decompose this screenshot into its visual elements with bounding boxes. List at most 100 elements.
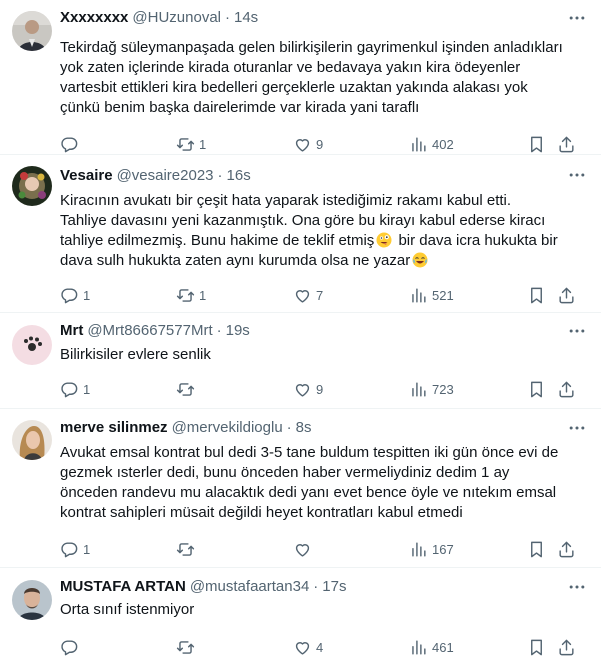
share-button[interactable] (557, 286, 576, 305)
timestamp[interactable]: 17s (322, 577, 346, 597)
user-handle[interactable]: @Mrt86667577Mrt (87, 321, 212, 341)
tweet-actions: 1 9 402 (60, 134, 587, 154)
view-count: 167 (432, 541, 454, 557)
like-button[interactable]: 7 (293, 286, 323, 305)
heart-icon (295, 641, 310, 655)
tweet-text: Orta sınıf istenmiyor (60, 600, 587, 620)
tweet-text-segment: dava sulh hukukta zaten aynı kurumda ols… (60, 252, 411, 269)
tweet-header: Mrt @Mrt86667577Mrt · 19s (60, 313, 587, 341)
more-icon[interactable] (567, 8, 587, 28)
tweet-card[interactable]: Xxxxxxxx @HUzunoval · 14s Tekirdağ süley… (0, 0, 601, 155)
heart-icon (295, 543, 310, 557)
user-handle[interactable]: @vesaire2023 (117, 166, 214, 186)
tweet-actions: 1 167 (60, 539, 587, 559)
like-button[interactable]: 4 (293, 638, 323, 657)
reply-button[interactable]: 1 (60, 286, 90, 305)
retweet-icon (176, 288, 195, 302)
separator-dot: · (216, 322, 222, 339)
tweet-header: merve silinmez @mervekildioglu · 8s (60, 409, 587, 438)
views-button[interactable]: 402 (409, 135, 454, 154)
more-icon[interactable] (567, 321, 587, 341)
separator-dot: · (313, 578, 319, 595)
tweet-card[interactable]: MUSTAFA ARTAN @mustafaartan34 · 17s Orta… (0, 568, 601, 665)
avatar[interactable] (12, 420, 52, 460)
reply-icon (61, 287, 78, 303)
tweet-text-line: yok zaten içlerinde kirada oturanlar ve … (60, 59, 521, 76)
views-button[interactable]: 461 (409, 638, 454, 657)
tweet-text: Avukat emsal kontrat bul dedi 3-5 tane b… (60, 443, 587, 523)
tweet-card[interactable]: Mrt @Mrt86667577Mrt · 19s Bilirkisiler e… (0, 313, 601, 409)
timestamp[interactable]: 19s (226, 321, 250, 341)
display-name[interactable]: Xxxxxxxx (60, 8, 128, 28)
reply-button[interactable] (60, 638, 83, 657)
tweet-header: MUSTAFA ARTAN @mustafaartan34 · 17s (60, 568, 587, 597)
tweet-header: Xxxxxxxx @HUzunoval · 14s (60, 0, 587, 28)
timestamp[interactable]: 16s (227, 166, 251, 186)
user-handle[interactable]: @mervekildioglu (172, 418, 283, 438)
view-count: 461 (432, 639, 454, 655)
separator-dot: · (225, 9, 230, 26)
display-name[interactable]: Vesaire (60, 166, 113, 186)
reply-count: 1 (83, 381, 91, 397)
retweet-button[interactable] (176, 638, 199, 657)
bookmark-button[interactable] (527, 380, 546, 399)
timestamp[interactable]: 14s (234, 8, 258, 28)
view-count: 723 (432, 381, 454, 397)
separator-dot: · (217, 167, 223, 184)
retweet-icon (176, 137, 195, 151)
retweet-icon (176, 542, 195, 556)
display-name[interactable]: merve silinmez (60, 418, 168, 438)
more-icon[interactable] (567, 165, 587, 185)
views-icon (412, 541, 426, 557)
heart-icon (295, 289, 310, 303)
retweet-button[interactable]: 1 (176, 135, 206, 154)
avatar[interactable] (12, 166, 52, 206)
heart-icon (295, 383, 310, 397)
bookmark-button[interactable] (527, 135, 546, 154)
share-button[interactable] (557, 135, 576, 154)
like-button[interactable]: 9 (293, 135, 323, 154)
retweet-icon (176, 382, 195, 396)
like-button[interactable]: 9 (293, 380, 323, 399)
bookmark-icon (531, 136, 542, 152)
tweet-text-line: Bilirkisiler evlere senlik (60, 346, 211, 363)
avatar[interactable] (12, 580, 52, 620)
views-button[interactable]: 723 (409, 380, 454, 399)
user-handle[interactable]: @HUzunoval (132, 8, 221, 28)
share-button[interactable] (557, 380, 576, 399)
reply-button[interactable]: 1 (60, 540, 90, 559)
reply-button[interactable] (60, 135, 83, 154)
more-icon[interactable] (567, 418, 587, 438)
avatar[interactable] (12, 325, 52, 365)
views-button[interactable]: 521 (409, 286, 454, 305)
bookmark-button[interactable] (527, 540, 546, 559)
reply-icon (61, 381, 78, 397)
bookmark-icon (531, 639, 542, 655)
like-count: 4 (316, 639, 324, 655)
like-button[interactable] (293, 540, 316, 559)
views-icon (412, 381, 426, 397)
timestamp[interactable]: 8s (296, 418, 312, 438)
retweet-button[interactable]: 1 (176, 286, 206, 305)
avatar[interactable] (12, 11, 52, 51)
user-handle[interactable]: @mustafaartan34 (190, 577, 309, 597)
share-icon (559, 541, 574, 557)
share-button[interactable] (557, 638, 576, 657)
share-icon (559, 381, 574, 397)
reply-button[interactable]: 1 (60, 380, 90, 399)
display-name[interactable]: MUSTAFA ARTAN (60, 577, 186, 597)
tweet-actions: 1 9 723 (60, 379, 587, 399)
tweet-text-line: vartesbit ettikleri kira bedelleri gerçe… (60, 79, 528, 96)
more-icon[interactable] (567, 577, 587, 597)
tweet-card[interactable]: merve silinmez @mervekildioglu · 8s Avuk… (0, 409, 601, 568)
bookmark-button[interactable] (527, 286, 546, 305)
views-button[interactable]: 167 (409, 540, 454, 559)
tweet-card[interactable]: Vesaire @vesaire2023 · 16s Kiracının avu… (0, 155, 601, 313)
retweet-button[interactable] (176, 540, 199, 559)
tweet-text-line: Avukat emsal kontrat bul dedi 3-5 tane b… (60, 444, 559, 461)
display-name[interactable]: Mrt (60, 321, 83, 341)
share-button[interactable] (557, 540, 576, 559)
retweet-icon (176, 640, 195, 654)
bookmark-button[interactable] (527, 638, 546, 657)
retweet-button[interactable] (176, 380, 199, 399)
